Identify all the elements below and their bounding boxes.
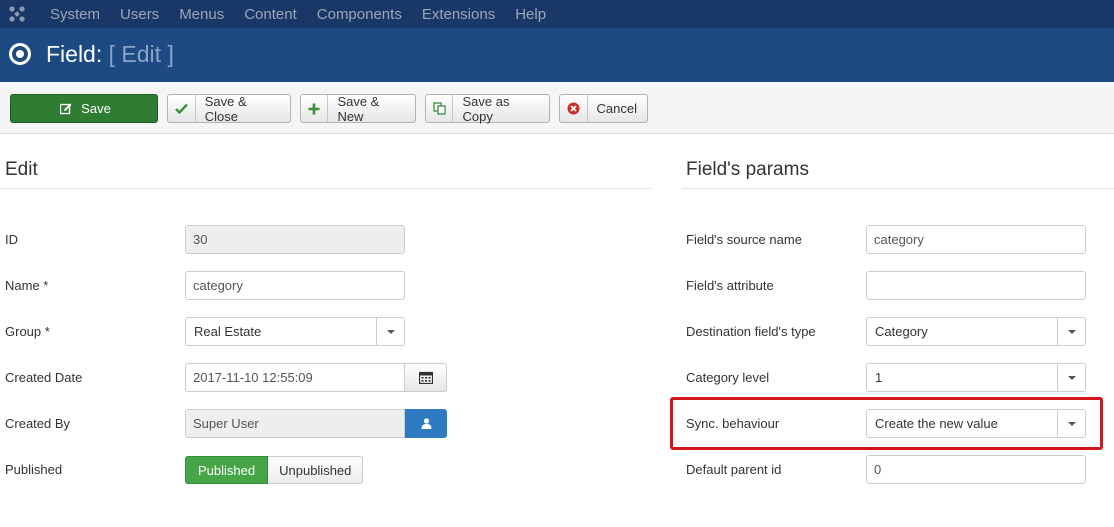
save-copy-label: Save as Copy xyxy=(462,93,510,124)
group-label: Group * xyxy=(5,324,50,339)
parent-id-field[interactable]: 0 xyxy=(866,455,1086,484)
name-label: Name * xyxy=(5,278,49,293)
published-label: Published xyxy=(5,462,63,477)
toolbar: Save Save & Close Save & New Save as Cop… xyxy=(0,82,1114,134)
attribute-label: Field's attribute xyxy=(686,278,774,293)
save-close-label: Save & Close xyxy=(204,93,247,124)
page-title-main: Field: xyxy=(46,41,103,67)
save-button-label: Save xyxy=(81,101,111,116)
menu-content[interactable]: Content xyxy=(234,6,307,23)
save-new-button[interactable]: Save & New xyxy=(300,93,416,124)
created-by-label: Created By xyxy=(5,416,71,431)
created-date-label: Created Date xyxy=(5,370,83,385)
menu-extensions[interactable]: Extensions xyxy=(412,6,505,23)
highlight-box xyxy=(670,397,1103,450)
published-option[interactable]: Published xyxy=(185,456,269,484)
group-select-value: Real Estate xyxy=(194,324,262,339)
page-title-sub: [ Edit ] xyxy=(108,41,174,67)
id-field[interactable]: 30 xyxy=(185,225,405,254)
group-select[interactable]: Real Estate xyxy=(185,317,405,346)
dest-type-select[interactable]: Category xyxy=(866,317,1086,346)
edit-divider xyxy=(0,188,651,189)
id-label: ID xyxy=(5,232,18,247)
chevron-down-icon xyxy=(1057,364,1085,391)
menu-users[interactable]: Users xyxy=(110,6,169,23)
joomla-icon[interactable] xyxy=(8,5,26,23)
menu-menus[interactable]: Menus xyxy=(169,6,234,23)
cancel-icon xyxy=(560,95,588,122)
title-bar: Field: [ Edit ] xyxy=(0,28,1114,82)
published-toggle: Published Unpublished xyxy=(185,456,364,484)
dest-type-label: Destination field's type xyxy=(686,324,816,339)
created-by-field[interactable]: Super User xyxy=(185,409,405,438)
params-heading: Field's params xyxy=(686,159,809,180)
menu-help[interactable]: Help xyxy=(505,6,556,23)
parent-id-label: Default parent id xyxy=(686,462,782,477)
select-user-button[interactable] xyxy=(405,409,447,438)
save-button[interactable]: Save xyxy=(10,94,158,123)
save-copy-button[interactable]: Save as Copy xyxy=(425,93,550,124)
save-new-label: Save & New xyxy=(337,93,380,124)
category-level-label: Category level xyxy=(686,370,770,385)
source-name-field[interactable]: category xyxy=(866,225,1086,254)
created-date-field[interactable]: 2017-11-10 12:55:09 xyxy=(185,363,405,392)
check-icon xyxy=(168,95,196,122)
plus-icon xyxy=(301,95,329,122)
name-field[interactable]: category xyxy=(185,271,405,300)
params-divider xyxy=(682,188,1114,189)
chevron-down-icon xyxy=(376,318,404,345)
menu-system[interactable]: System xyxy=(40,6,110,23)
edit-heading: Edit xyxy=(5,159,38,180)
calendar-icon xyxy=(418,371,433,384)
category-level-select-value: 1 xyxy=(875,370,883,385)
unpublished-option[interactable]: Unpublished xyxy=(268,456,364,484)
cancel-label: Cancel xyxy=(596,101,637,116)
main-menu: System Users Menus Content Components Ex… xyxy=(40,0,556,28)
cancel-button[interactable]: Cancel xyxy=(559,94,648,123)
attribute-field[interactable] xyxy=(866,271,1086,300)
edit-icon xyxy=(57,95,75,122)
calendar-button[interactable] xyxy=(404,363,447,392)
category-level-select[interactable]: 1 xyxy=(866,363,1086,392)
copy-icon xyxy=(426,95,454,122)
target-icon xyxy=(9,43,31,65)
menu-components[interactable]: Components xyxy=(307,6,412,23)
page-title: Field: [ Edit ] xyxy=(46,41,174,68)
top-navbar: System Users Menus Content Components Ex… xyxy=(0,0,1114,28)
dest-type-select-value: Category xyxy=(875,324,928,339)
save-close-button[interactable]: Save & Close xyxy=(167,93,291,124)
chevron-down-icon xyxy=(1057,318,1085,345)
user-icon xyxy=(421,418,431,429)
source-name-label: Field's source name xyxy=(686,232,802,247)
